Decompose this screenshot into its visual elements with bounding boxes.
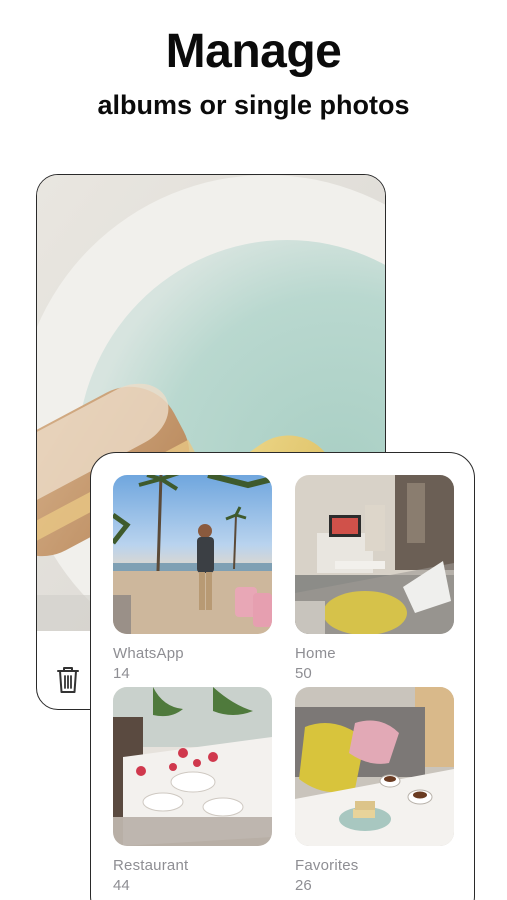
restaurant-table-photo [113,687,272,846]
coffee-table-photo [295,687,454,846]
page-subtitle: albums or single photos [97,90,410,120]
album-restaurant[interactable]: Restaurant 44 [113,687,272,895]
albums-panel: WhatsApp 14 Home 50 Restaurant 44 Favori… [90,452,475,900]
album-name: Home [295,645,336,662]
album-count: 50 [295,665,312,682]
beach-photo [113,475,272,634]
album-thumbnail[interactable] [113,475,272,634]
album-thumbnail[interactable] [113,687,272,846]
album-home[interactable]: Home 50 [295,475,454,683]
album-name: WhatsApp [113,645,184,662]
album-thumbnail[interactable] [295,475,454,634]
album-count: 44 [113,877,130,894]
album-count: 14 [113,665,130,682]
album-thumbnail[interactable] [295,687,454,846]
living-room-photo [295,475,454,634]
album-name: Restaurant [113,857,189,874]
album-name: Favorites [295,857,359,874]
trash-icon[interactable] [55,665,81,695]
album-whatsapp[interactable]: WhatsApp 14 [113,475,272,683]
album-count: 26 [295,877,312,894]
screen: Manage albums or single photos WhatsApp … [0,0,507,900]
page-title: Manage [165,25,342,78]
album-favorites[interactable]: Favorites 26 [295,687,454,895]
